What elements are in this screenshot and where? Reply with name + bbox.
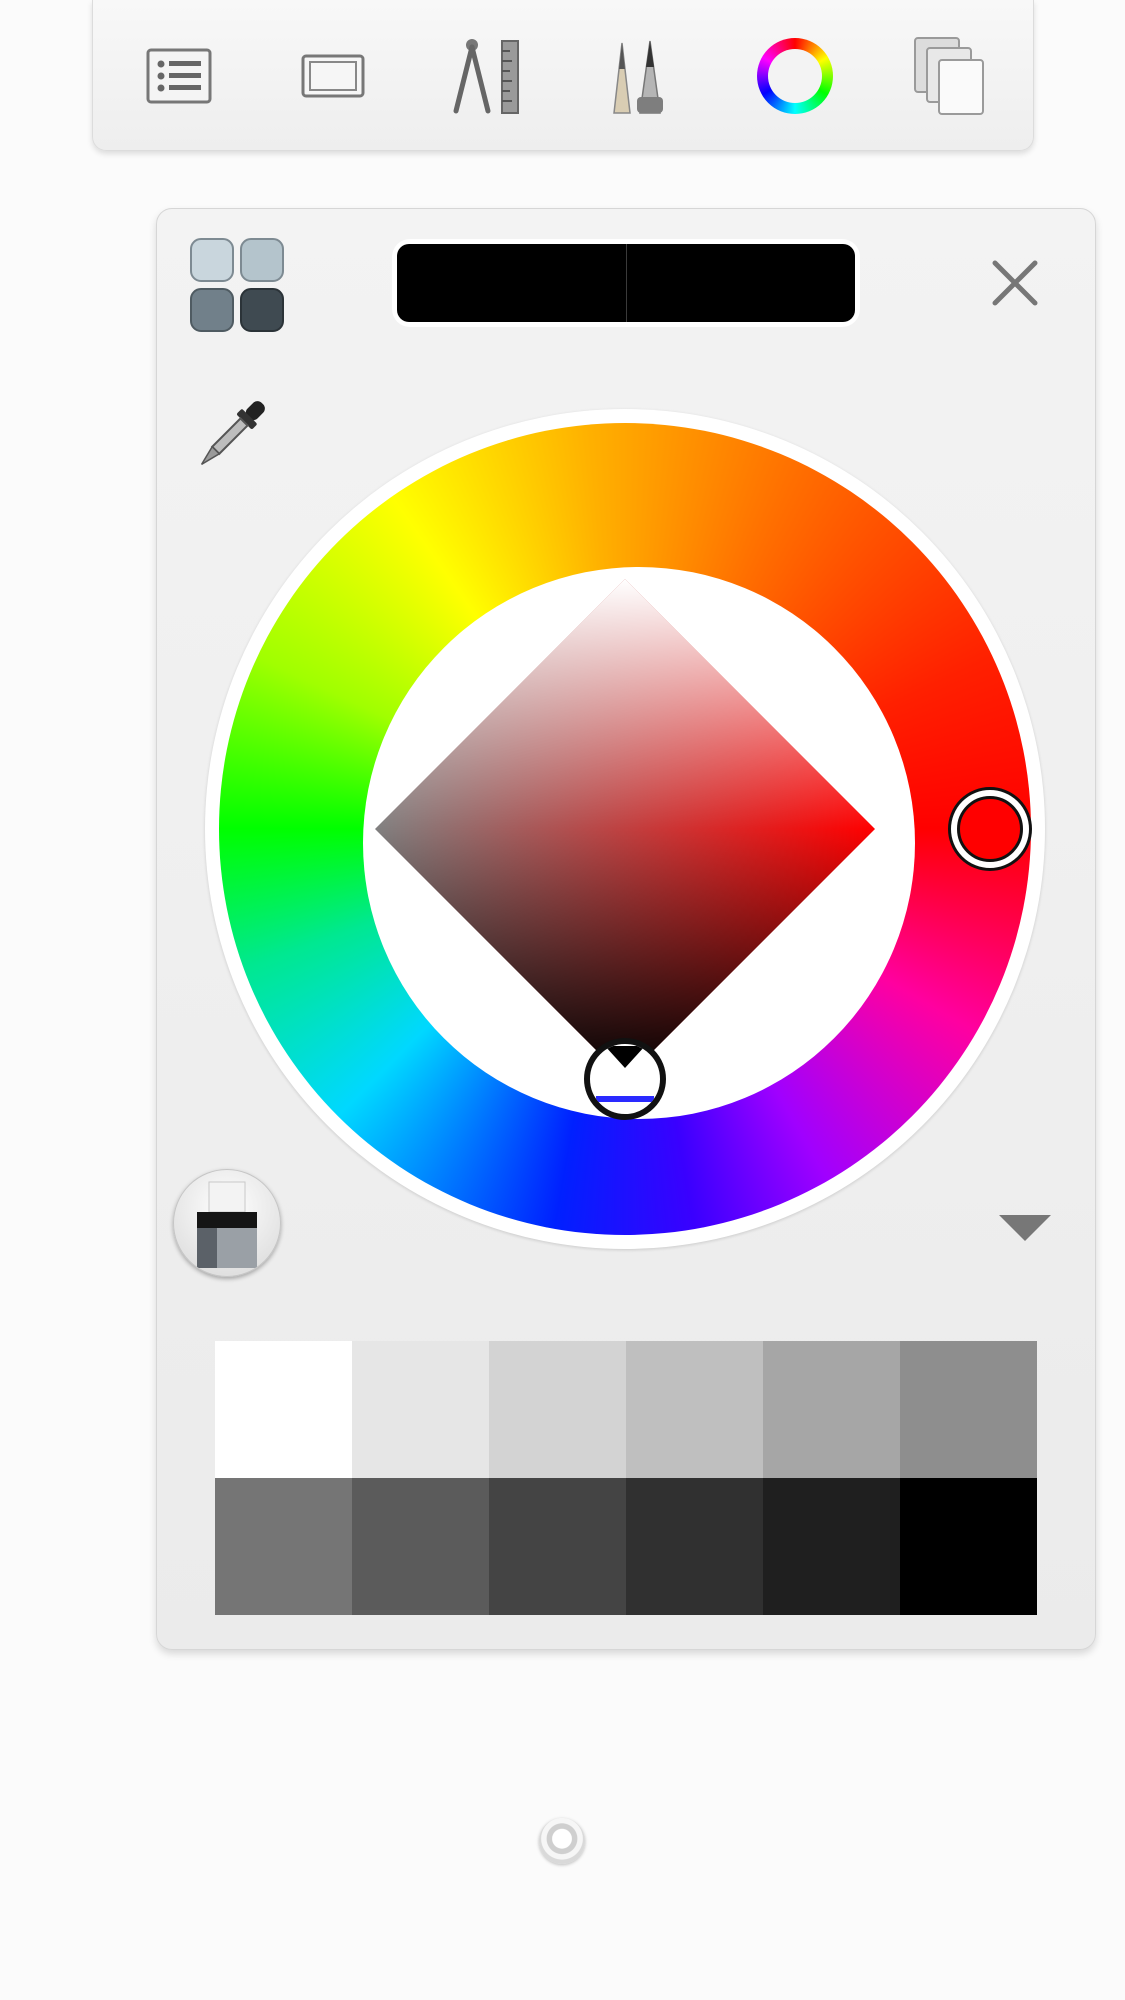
palette-swatch[interactable]	[626, 1478, 763, 1615]
copy-pages-icon	[914, 37, 984, 115]
previous-color-swatch	[626, 244, 855, 322]
blend-brush-button[interactable]	[173, 1169, 281, 1277]
brushes-button[interactable]	[593, 28, 689, 124]
swatch-library-button[interactable]	[187, 235, 287, 335]
colors-button[interactable]	[747, 28, 843, 124]
palette-swatch[interactable]	[763, 1478, 900, 1615]
palette-swatch[interactable]	[763, 1341, 900, 1478]
current-color-display[interactable]	[392, 239, 860, 327]
pencils-icon	[613, 40, 663, 114]
home-indicator[interactable]	[539, 1818, 585, 1864]
palette-swatch[interactable]	[215, 1341, 352, 1478]
color-wheel-icon	[757, 38, 833, 114]
layers-button[interactable]	[131, 28, 227, 124]
palette-swatch[interactable]	[626, 1341, 763, 1478]
copy-button[interactable]	[901, 28, 997, 124]
chevron-down-icon	[999, 1215, 1051, 1241]
top-toolbar	[92, 0, 1034, 151]
palette-swatch[interactable]	[352, 1341, 489, 1478]
palette-swatch[interactable]	[352, 1478, 489, 1615]
palette-swatch[interactable]	[215, 1478, 352, 1615]
saturation-brightness-handle[interactable]	[584, 1038, 666, 1120]
close-button[interactable]	[987, 255, 1043, 311]
canvas-button[interactable]	[285, 28, 381, 124]
close-icon	[992, 260, 1038, 306]
list-icon	[146, 48, 212, 104]
palette-swatch[interactable]	[900, 1478, 1037, 1615]
compass-ruler-icon	[453, 39, 519, 114]
brush-icon	[173, 1169, 281, 1277]
palette-swatch[interactable]	[489, 1478, 626, 1615]
expand-palette-button[interactable]	[995, 1209, 1055, 1245]
saturation-brightness-diamond[interactable]	[205, 409, 1045, 1249]
canvas-frame-icon	[301, 54, 365, 98]
color-panel	[156, 208, 1096, 1650]
color-palette	[215, 1341, 1037, 1615]
guides-button[interactable]	[439, 28, 535, 124]
color-wheel	[205, 409, 1045, 1249]
palette-swatch[interactable]	[900, 1341, 1037, 1478]
hue-handle[interactable]	[948, 787, 1032, 871]
palette-swatch[interactable]	[489, 1341, 626, 1478]
current-color-swatch	[397, 244, 627, 322]
swatch-grid-icon	[190, 238, 284, 332]
